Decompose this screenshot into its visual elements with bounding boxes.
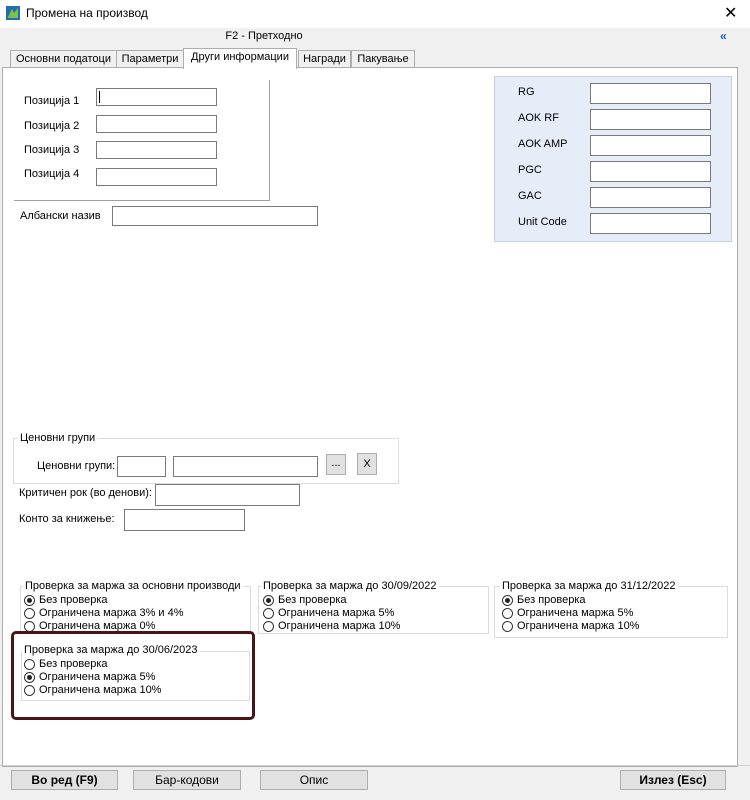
ok-button[interactable]: Во ред (F9) [11,770,118,790]
margin-basic-option-none-label[interactable]: Без проверка [39,594,108,606]
exit-button[interactable]: Излез (Esc) [620,770,726,790]
rg-label: RG [518,86,535,98]
margin-2022-12-legend: Проверка за маржа до 31/12/2022 [500,580,678,592]
collapse-icon[interactable]: « [720,29,727,43]
aok-amp-input[interactable] [590,135,711,156]
price-group-name-input[interactable] [173,456,318,477]
position-4-label: Позиција 4 [24,168,80,180]
margin-2022-12-option-5-label[interactable]: Ограничена маржа 5% [517,607,633,619]
navigation-previous-link[interactable]: F2 - Претходно [0,30,528,42]
price-groups-legend: Ценовни групи [18,432,98,444]
pgc-label: PGC [518,164,542,176]
critical-days-label: Критичен рок (во денови): [19,487,152,499]
margin-basic-option-3-4-radio[interactable] [24,608,35,619]
app-logo-icon [6,6,20,20]
margin-2022-12-option-none-radio[interactable] [502,595,513,606]
position-1-label: Позиција 1 [24,95,80,107]
tab-parameters[interactable]: Параметри [116,50,184,68]
positions-frame-bottom [14,200,270,201]
albanian-name-input[interactable] [112,206,318,226]
rg-input[interactable] [590,83,711,104]
tab-basic-data[interactable]: Основни податоци [10,50,117,68]
gac-input[interactable] [590,187,711,208]
footer-separator [0,765,750,766]
unit-code-label: Unit Code [518,216,567,228]
aok-rf-label: AOK RF [518,112,559,124]
clear-button[interactable]: X [357,453,377,475]
tab-other-info[interactable]: Други информации [183,48,297,69]
aok-amp-label: AOK AMP [518,138,568,150]
position-1-input[interactable] [96,88,217,106]
positions-frame-right [269,80,270,201]
browse-button[interactable]: ... [326,454,346,475]
margin-2022-12-option-5-radio[interactable] [502,608,513,619]
margin-2022-09-option-none-label[interactable]: Без проверка [278,594,347,606]
description-button[interactable]: Опис [260,770,368,790]
close-icon[interactable]: ✕ [724,3,737,23]
aok-rf-input[interactable] [590,109,711,130]
position-3-label: Позиција 3 [24,144,80,156]
margin-basic-option-none-radio[interactable] [24,595,35,606]
margin-2022-09-option-10-radio[interactable] [263,621,274,632]
highlight-box [11,631,255,720]
margin-2022-12-option-10-radio[interactable] [502,621,513,632]
account-input[interactable] [124,509,245,531]
margin-2022-09-option-5-label[interactable]: Ограничена маржа 5% [278,607,394,619]
albanian-name-label: Албански назив [20,210,101,222]
window-title: Промена на производ [26,6,148,20]
margin-2022-09-option-10-label[interactable]: Ограничена маржа 10% [278,620,400,632]
position-4-input[interactable] [96,168,217,186]
margin-2022-09-option-none-radio[interactable] [263,595,274,606]
margin-2022-12-option-10-label[interactable]: Ограничена маржа 10% [517,620,639,632]
margin-2022-09-option-5-radio[interactable] [263,608,274,619]
pgc-input[interactable] [590,161,711,182]
tab-packaging[interactable]: Пакување [351,50,415,68]
text-cursor [99,91,100,103]
critical-days-input[interactable] [155,484,300,506]
position-2-input[interactable] [96,115,217,133]
unit-code-input[interactable] [590,213,711,234]
margin-basic-option-3-4-label[interactable]: Ограничена маржа 3% и 4% [39,607,184,619]
position-2-label: Позиција 2 [24,120,80,132]
margin-2022-12-option-none-label[interactable]: Без проверка [517,594,586,606]
tab-rewards[interactable]: Награди [298,50,351,68]
margin-basic-legend: Проверка за маржа за основни производи [23,580,243,592]
margin-2022-09-legend: Проверка за маржа до 30/09/2022 [261,580,439,592]
barcodes-button[interactable]: Бар-кодови [133,770,241,790]
gac-label: GAC [518,190,542,202]
position-3-input[interactable] [96,141,217,159]
price-groups-label: Ценовни групи: [37,460,116,472]
account-label: Конто за книжење: [19,513,115,525]
price-group-code-input[interactable] [117,456,166,477]
